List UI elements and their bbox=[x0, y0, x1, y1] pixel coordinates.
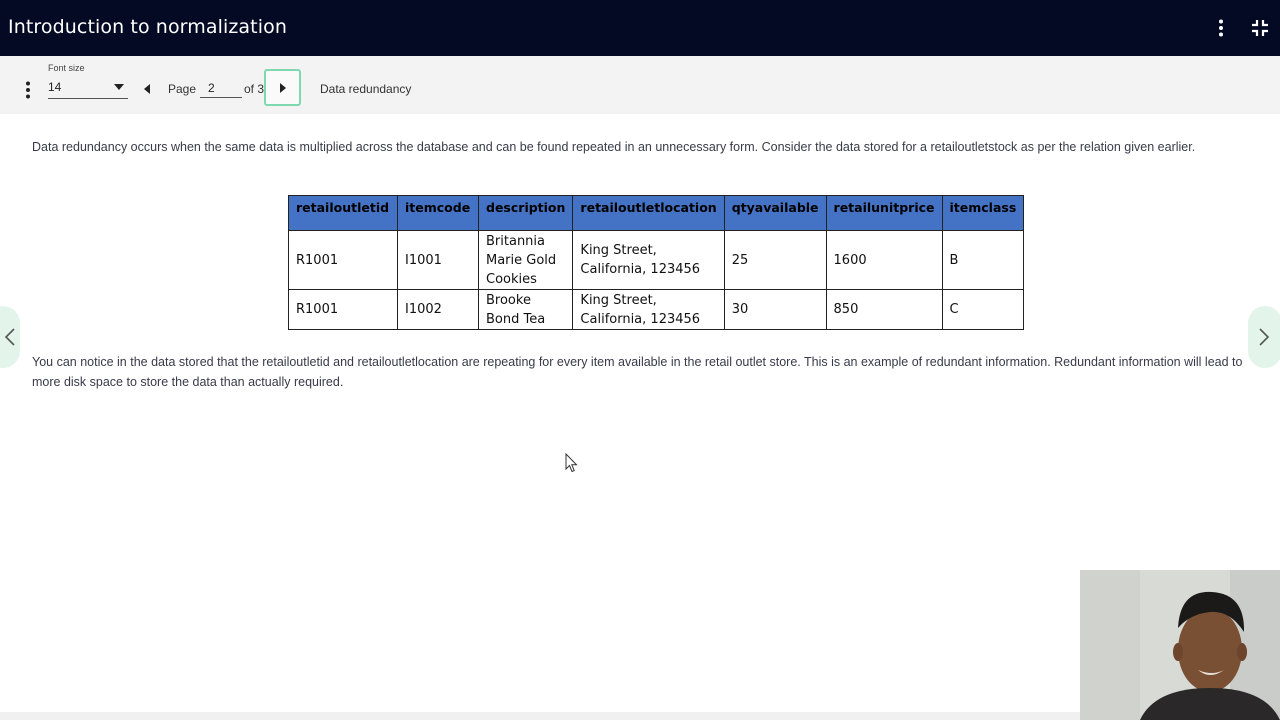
font-size-value: 14 bbox=[48, 80, 62, 94]
table-header-cell: retailoutletid bbox=[288, 195, 398, 231]
page-count-label: of 3 bbox=[244, 82, 265, 96]
table-cell: Brooke Bond Tea bbox=[477, 289, 574, 330]
page-label: Page bbox=[168, 82, 197, 96]
table-header-cell: itemcode bbox=[397, 195, 479, 231]
redundancy-paragraph: You can notice in the data stored that t… bbox=[32, 355, 1243, 389]
table-cell: 850 bbox=[825, 289, 943, 330]
table-header-row: retailoutletid itemcode description reta… bbox=[288, 195, 1025, 231]
table-header-cell: itemclass bbox=[941, 195, 1025, 231]
table-cell: B bbox=[941, 230, 1025, 290]
table-cell: R1001 bbox=[288, 289, 398, 330]
chevron-right-icon bbox=[1259, 328, 1270, 346]
intro-paragraph: Data redundancy occurs when the same dat… bbox=[32, 140, 1196, 154]
table-cell: R1001 bbox=[288, 230, 398, 290]
table-cell: I1001 bbox=[397, 230, 479, 290]
previous-section-button[interactable] bbox=[0, 306, 20, 368]
mouse-cursor-icon bbox=[565, 452, 579, 478]
table-cell: I1002 bbox=[397, 289, 479, 330]
retailoutletstock-table: retailoutletid itemcode description reta… bbox=[288, 195, 1025, 330]
table-cell: 1600 bbox=[825, 230, 943, 290]
prev-page-button[interactable] bbox=[140, 80, 156, 98]
table-cell: C bbox=[941, 289, 1025, 330]
table-cell: King Street, California, 123456 bbox=[572, 289, 725, 330]
collapse-fullscreen-icon[interactable] bbox=[1250, 18, 1270, 38]
page-title: Introduction to normalization bbox=[8, 16, 287, 38]
section-title: Data redundancy bbox=[320, 82, 412, 96]
caret-left-icon bbox=[144, 84, 150, 94]
table-cell: Britannia Marie Gold Cookies bbox=[477, 230, 574, 290]
toolbar-more-icon[interactable] bbox=[20, 80, 36, 100]
chevron-left-icon bbox=[4, 328, 15, 346]
table-header-cell: description bbox=[477, 195, 574, 231]
table-cell: King Street, California, 123456 bbox=[572, 230, 725, 290]
next-section-button[interactable] bbox=[1248, 306, 1280, 368]
table-cell: 25 bbox=[723, 230, 827, 290]
bottom-scroll-strip bbox=[0, 712, 1080, 720]
table-row: R1001 I1001 Britannia Marie Gold Cookies… bbox=[288, 230, 1025, 290]
table-row: R1001 I1002 Brooke Bond Tea King Street,… bbox=[288, 289, 1025, 330]
font-size-select[interactable]: 14 bbox=[48, 78, 128, 99]
table-header-cell: retailoutletlocation bbox=[572, 195, 725, 231]
table-cell: 30 bbox=[723, 289, 827, 330]
next-page-button[interactable] bbox=[264, 69, 301, 106]
webcam-presenter-video bbox=[1080, 570, 1280, 720]
table-header-cell: retailunitprice bbox=[825, 195, 943, 231]
more-options-icon[interactable] bbox=[1211, 18, 1231, 38]
font-size-label: Font size bbox=[48, 63, 85, 73]
chevron-down-icon bbox=[114, 84, 124, 90]
table-header-cell: qtyavailable bbox=[723, 195, 827, 231]
page-number-input[interactable] bbox=[200, 78, 242, 98]
title-bar: Introduction to normalization bbox=[0, 0, 1280, 56]
caret-right-icon bbox=[280, 83, 286, 93]
